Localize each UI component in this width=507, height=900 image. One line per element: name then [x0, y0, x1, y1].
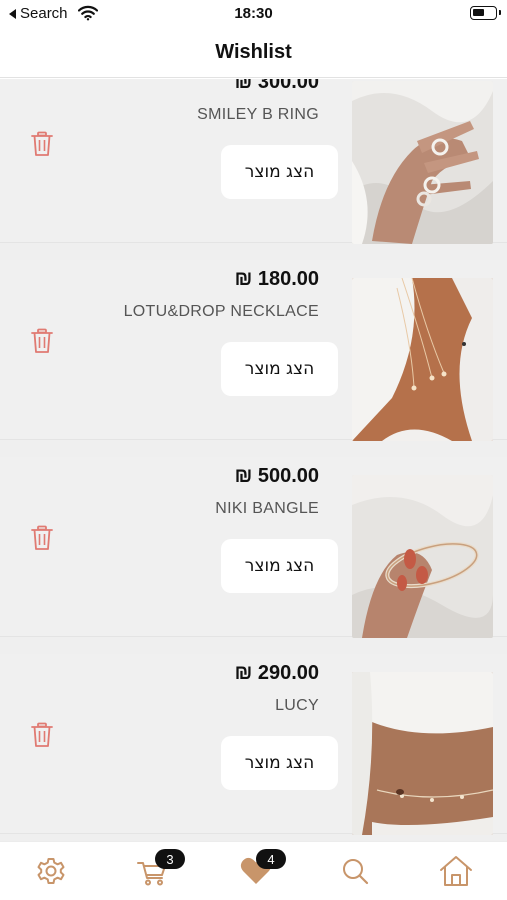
product-price: ₪ 180.00: [234, 268, 319, 290]
wishlist-screen: Search 18:30 Wishlist ₪ 300.00 SMILEY B …: [0, 0, 507, 900]
product-image[interactable]: [352, 278, 493, 441]
product-price: ₪ 500.00: [234, 465, 319, 487]
status-time: 18:30: [234, 5, 273, 22]
view-product-button[interactable]: הצג מוצר: [221, 736, 338, 790]
status-bar: Search 18:30: [0, 0, 507, 28]
product-image[interactable]: [352, 672, 493, 835]
product-name: LOTU&DROP NECKLACE: [123, 303, 319, 320]
product-image[interactable]: [352, 475, 493, 638]
trash-icon[interactable]: [30, 722, 54, 748]
product-name: SMILEY B RING: [197, 106, 319, 123]
tab-home[interactable]: [438, 854, 474, 888]
trash-icon[interactable]: [30, 525, 54, 551]
tab-search[interactable]: [337, 854, 373, 888]
tab-bar: 3 4: [0, 841, 507, 900]
trash-icon[interactable]: [30, 131, 54, 157]
wishlist-list[interactable]: ₪ 300.00 SMILEY B RING הצג מוצר ₪ 180.00…: [0, 79, 507, 841]
product-name: LUCY: [275, 697, 319, 714]
product-price: ₪ 300.00: [234, 79, 319, 93]
page-title: Wishlist: [215, 41, 292, 63]
home-icon: [440, 856, 472, 886]
wishlist-item: ₪ 180.00 LOTU&DROP NECKLACE הצג מוצר: [0, 260, 507, 441]
search-icon: [343, 859, 369, 885]
nav-header: Wishlist: [0, 28, 507, 78]
cart-count-badge: 3: [155, 849, 185, 869]
product-name: NIKI BANGLE: [215, 500, 319, 517]
product-price: ₪ 290.00: [234, 662, 319, 684]
wishlist-count-badge: 4: [256, 849, 286, 869]
view-product-button[interactable]: הצג מוצר: [221, 342, 338, 396]
wishlist-item: ₪ 500.00 NIKI BANGLE הצג מוצר: [0, 457, 507, 638]
battery-icon: [470, 6, 501, 20]
view-product-button[interactable]: הצג מוצר: [221, 145, 338, 199]
wishlist-item: ₪ 300.00 SMILEY B RING הצג מוצר: [0, 79, 507, 244]
view-product-button[interactable]: הצג מוצר: [221, 539, 338, 593]
settings-icon: [37, 858, 65, 884]
product-image[interactable]: [352, 81, 493, 244]
wishlist-item: ₪ 290.00 LUCY הצג מוצר: [0, 654, 507, 835]
trash-icon[interactable]: [30, 328, 54, 354]
tab-settings[interactable]: [33, 854, 69, 888]
